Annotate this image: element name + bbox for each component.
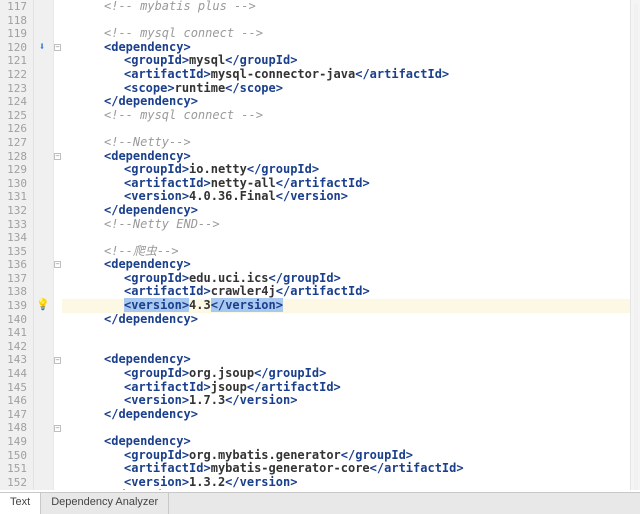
line-number: 140	[0, 313, 27, 327]
error-stripe	[630, 0, 640, 490]
code-line[interactable]: </dependency>	[64, 408, 640, 422]
code-line[interactable]: </dependency>	[64, 313, 640, 327]
line-number: 145	[0, 381, 27, 395]
line-number: 139	[0, 299, 27, 313]
code-line[interactable]: <version>1.3.2</version>	[64, 476, 640, 490]
line-number: 129	[0, 163, 27, 177]
code-line[interactable]: <version>4.0.36.Final</version>	[64, 190, 640, 204]
code-line[interactable]: <dependency>	[64, 41, 640, 55]
line-number: 146	[0, 394, 27, 408]
fold-toggle-icon[interactable]: −	[54, 153, 61, 160]
code-line[interactable]	[64, 122, 640, 136]
code-line[interactable]	[64, 326, 640, 340]
line-number: 143	[0, 353, 27, 367]
line-number: 128	[0, 150, 27, 164]
tab-text[interactable]: Text	[0, 493, 41, 514]
code-line[interactable]: </dependency>	[64, 95, 640, 109]
line-number: 121	[0, 54, 27, 68]
code-line[interactable]: <!-- mysql connect -->	[64, 27, 640, 41]
code-area[interactable]: <!-- mybatis plus --> <!-- mysql connect …	[62, 0, 640, 490]
fold-toggle-icon[interactable]: −	[54, 261, 61, 268]
fold-toggle-icon[interactable]: −	[54, 44, 61, 51]
code-line[interactable]	[64, 421, 640, 435]
line-number: 117	[0, 0, 27, 14]
code-line[interactable]	[64, 14, 640, 28]
code-line[interactable]: <groupId>edu.uci.ics</groupId>	[64, 272, 640, 286]
line-number: 135	[0, 245, 27, 259]
code-line[interactable]: <groupId>mysql</groupId>	[64, 54, 640, 68]
fold-toggle-icon[interactable]: −	[54, 425, 61, 432]
fold-toggle-icon[interactable]: −	[54, 357, 61, 364]
intention-bulb-icon[interactable]: 💡	[36, 299, 48, 311]
override-icon[interactable]: ⬇	[36, 41, 48, 53]
line-number: 150	[0, 449, 27, 463]
code-line[interactable]: <dependency>	[64, 435, 640, 449]
code-line[interactable]: <dependency>	[64, 150, 640, 164]
code-line[interactable]: <version>1.7.3</version>	[64, 394, 640, 408]
line-number: 125	[0, 109, 27, 123]
code-line[interactable]	[64, 231, 640, 245]
code-line[interactable]: <groupId>io.netty</groupId>	[64, 163, 640, 177]
code-line[interactable]: <dependency>	[64, 353, 640, 367]
gutter-annotations: ⬇💡	[34, 0, 54, 490]
code-line[interactable]: <groupId>org.jsoup</groupId>	[64, 367, 640, 381]
line-number: 122	[0, 68, 27, 82]
line-number: 137	[0, 272, 27, 286]
line-number: 134	[0, 231, 27, 245]
code-line[interactable]: <scope>runtime</scope>	[64, 82, 640, 96]
line-number: 147	[0, 408, 27, 422]
line-number: 118	[0, 14, 27, 28]
code-line[interactable]: <version>4.3</version>	[64, 299, 640, 313]
code-line[interactable]: <groupId>org.mybatis.generator</groupId>	[64, 449, 640, 463]
line-number: 126	[0, 122, 27, 136]
code-editor[interactable]: 1171181191201211221231241251261271281291…	[0, 0, 640, 490]
line-number: 131	[0, 190, 27, 204]
code-line[interactable]: <artifactId>netty-all</artifactId>	[64, 177, 640, 191]
code-line[interactable]: <!--Netty-->	[64, 136, 640, 150]
tab-dependency-analyzer[interactable]: Dependency Analyzer	[41, 493, 169, 514]
line-number: 142	[0, 340, 27, 354]
code-line[interactable]: <artifactId>mysql-connector-java</artifa…	[64, 68, 640, 82]
code-line[interactable]: <dependency>	[64, 258, 640, 272]
line-number-gutter: 1171181191201211221231241251261271281291…	[0, 0, 34, 490]
code-line[interactable]: </dependency>	[64, 489, 640, 490]
code-line[interactable]: <artifactId>mybatis-generator-core</arti…	[64, 462, 640, 476]
line-number: 127	[0, 136, 27, 150]
line-number: 133	[0, 218, 27, 232]
fold-strip[interactable]: − − − − −	[54, 0, 62, 490]
code-line[interactable]	[64, 340, 640, 354]
code-line[interactable]: <!--爬虫-->	[64, 245, 640, 259]
line-number: 151	[0, 462, 27, 476]
code-line[interactable]: </dependency>	[64, 204, 640, 218]
editor-bottom-tabs[interactable]: TextDependency Analyzer	[0, 492, 640, 514]
code-line[interactable]: <!-- mysql connect -->	[64, 109, 640, 123]
code-line[interactable]: <!-- mybatis plus -->	[64, 0, 640, 14]
code-line[interactable]: <artifactId>crawler4j</artifactId>	[64, 285, 640, 299]
code-line[interactable]: <artifactId>jsoup</artifactId>	[64, 381, 640, 395]
line-number: 123	[0, 82, 27, 96]
line-number: 136	[0, 258, 27, 272]
line-number: 149	[0, 435, 27, 449]
code-line[interactable]: <!--Netty END-->	[64, 218, 640, 232]
line-number: 141	[0, 326, 27, 340]
line-number: 138	[0, 285, 27, 299]
line-number: 132	[0, 204, 27, 218]
line-number: 148	[0, 421, 27, 435]
line-number: 130	[0, 177, 27, 191]
line-number: 153	[0, 489, 27, 490]
line-number: 152	[0, 476, 27, 490]
line-number: 124	[0, 95, 27, 109]
line-number: 144	[0, 367, 27, 381]
line-number: 120	[0, 41, 27, 55]
line-number: 119	[0, 27, 27, 41]
